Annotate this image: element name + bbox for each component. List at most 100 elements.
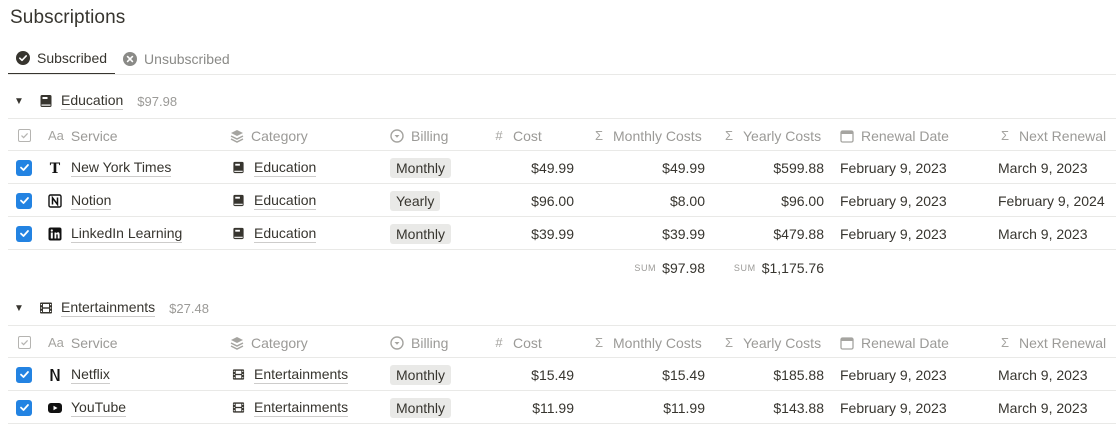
col-category[interactable]: Category <box>230 326 308 359</box>
cost-cell[interactable]: $15.49 <box>482 358 574 391</box>
category-cell[interactable]: Education <box>232 151 317 184</box>
cost-cell[interactable]: $11.99 <box>482 391 574 424</box>
next-renewal-cell: February 9, 2024 <box>998 192 1105 209</box>
col-service[interactable]: Aa Service <box>48 326 118 359</box>
group-name: Entertainments <box>61 299 156 317</box>
select-all-checkbox[interactable] <box>18 326 31 359</box>
category-cell[interactable]: Entertainments <box>232 391 349 424</box>
cost-cell[interactable]: $96.00 <box>482 184 574 217</box>
col-renewal-date[interactable]: Renewal Date <box>840 119 949 152</box>
next-renewal-cell: March 9, 2023 <box>998 399 1088 416</box>
col-next-renewal[interactable]: Σ Next Renewal <box>998 326 1106 359</box>
billing-pill: Monthly <box>390 157 452 178</box>
billing-pill: Yearly <box>390 190 441 211</box>
tab-unsubscribed[interactable]: Unsubscribed <box>115 42 238 75</box>
billing-cell[interactable]: Monthly <box>390 151 452 184</box>
table-row[interactable]: LinkedIn Learning Education Monthly $39.… <box>8 217 1116 250</box>
formula-icon: Σ <box>1000 128 1010 143</box>
formula-icon: Σ <box>724 335 734 350</box>
service-cell[interactable]: LinkedIn Learning <box>48 217 183 250</box>
linkedin-icon <box>48 227 62 240</box>
row-checkbox[interactable] <box>16 151 32 184</box>
group-header-entertainments[interactable]: ▼ Entertainments $27.48 <box>14 297 209 319</box>
calendar-icon <box>840 336 854 350</box>
cost-cell[interactable]: $39.99 <box>482 217 574 250</box>
book-icon <box>40 95 52 107</box>
renewal-date-cell[interactable]: February 9, 2023 <box>840 391 947 424</box>
monthly-cost-cell: $15.49 <box>662 366 705 383</box>
renewal-date-cell[interactable]: February 9, 2023 <box>840 151 947 184</box>
category-cell[interactable]: Education <box>232 217 317 250</box>
category-cell[interactable]: Entertainments <box>232 358 349 391</box>
collapse-caret-icon[interactable]: ▼ <box>14 303 26 314</box>
nyt-icon: T <box>50 161 61 175</box>
tab-label: Unsubscribed <box>144 50 230 67</box>
renewal-date-cell[interactable]: February 9, 2023 <box>840 217 947 250</box>
table-row[interactable]: YouTube Entertainments Monthly $11.99 $1… <box>8 391 1116 424</box>
col-monthly-costs[interactable]: Σ Monthly Costs <box>592 119 702 152</box>
monthly-sum[interactable]: SUM $97.98 <box>582 251 705 284</box>
group-name: Education <box>61 92 124 110</box>
next-renewal-cell: March 9, 2023 <box>998 366 1088 383</box>
col-cost[interactable]: # Cost <box>492 119 541 152</box>
service-cell[interactable]: Netflix <box>48 358 110 391</box>
monthly-cost-cell: $11.99 <box>663 399 705 416</box>
collapse-caret-icon[interactable]: ▼ <box>14 96 26 107</box>
renewal-date-cell[interactable]: February 9, 2023 <box>840 358 947 391</box>
cost-cell[interactable]: $49.99 <box>482 151 574 184</box>
service-cell[interactable]: YouTube <box>48 391 127 424</box>
table-header-row: Aa Service Category Billing # Cost Σ Mon… <box>8 325 1116 358</box>
col-yearly-costs[interactable]: Σ Yearly Costs <box>722 119 821 152</box>
tab-subscribed[interactable]: Subscribed <box>8 42 116 75</box>
formula-icon: Σ <box>594 128 604 143</box>
next-renewal-cell: March 9, 2023 <box>998 159 1088 176</box>
billing-cell[interactable]: Monthly <box>390 217 452 250</box>
view-tabs: Subscribed Unsubscribed <box>8 42 238 75</box>
group-header-education[interactable]: ▼ Education $97.98 <box>14 90 177 112</box>
col-monthly-costs[interactable]: Σ Monthly Costs <box>592 326 702 359</box>
table-row[interactable]: T New York Times Education Monthly $49.9… <box>8 151 1116 184</box>
netflix-icon <box>50 368 60 381</box>
monthly-cost-cell: $8.00 <box>669 192 705 209</box>
col-renewal-date[interactable]: Renewal Date <box>840 326 949 359</box>
group-sum: $27.48 <box>169 300 209 316</box>
x-circle-icon <box>123 51 138 66</box>
category-cell[interactable]: Education <box>232 184 317 217</box>
table-row[interactable]: Notion Education Yearly $96.00 $8.00 $96… <box>8 184 1116 217</box>
monthly-cost-cell: $49.99 <box>662 159 705 176</box>
col-billing[interactable]: Billing <box>390 119 448 152</box>
yearly-sum[interactable]: SUM $1,175.76 <box>712 251 824 284</box>
table-row[interactable]: Netflix Entertainments Monthly $15.49 $1… <box>8 358 1116 391</box>
col-category[interactable]: Category <box>230 119 308 152</box>
billing-pill: Monthly <box>390 223 452 244</box>
row-checkbox[interactable] <box>16 358 32 391</box>
calendar-icon <box>840 129 854 143</box>
col-service[interactable]: Aa Service <box>48 119 118 152</box>
next-renewal-cell: March 9, 2023 <box>998 225 1088 242</box>
billing-cell[interactable]: Monthly <box>390 391 452 424</box>
film-icon <box>40 302 52 314</box>
row-checkbox[interactable] <box>16 217 32 250</box>
sum-row: SUM $97.98 SUM $1,175.76 <box>8 251 1116 284</box>
col-next-renewal[interactable]: Σ Next Renewal <box>998 119 1106 152</box>
monthly-cost-cell: $39.99 <box>662 225 705 242</box>
service-cell[interactable]: Notion <box>48 184 112 217</box>
col-cost[interactable]: # Cost <box>492 326 541 359</box>
youtube-icon <box>48 402 62 413</box>
select-all-checkbox[interactable] <box>18 119 31 152</box>
billing-cell[interactable]: Yearly <box>390 184 441 217</box>
number-property-icon: # <box>495 128 503 143</box>
yearly-cost-cell: $96.00 <box>781 192 824 209</box>
col-yearly-costs[interactable]: Σ Yearly Costs <box>722 326 821 359</box>
layers-icon <box>230 336 244 350</box>
svg-text:T: T <box>50 161 61 175</box>
layers-icon <box>230 129 244 143</box>
tab-label: Subscribed <box>37 49 108 66</box>
row-checkbox[interactable] <box>16 184 32 217</box>
renewal-date-cell[interactable]: February 9, 2023 <box>840 184 947 217</box>
col-billing[interactable]: Billing <box>390 326 448 359</box>
service-cell[interactable]: T New York Times <box>48 151 172 184</box>
page-title: Subscriptions <box>10 7 126 28</box>
row-checkbox[interactable] <box>16 391 32 424</box>
billing-cell[interactable]: Monthly <box>390 358 452 391</box>
